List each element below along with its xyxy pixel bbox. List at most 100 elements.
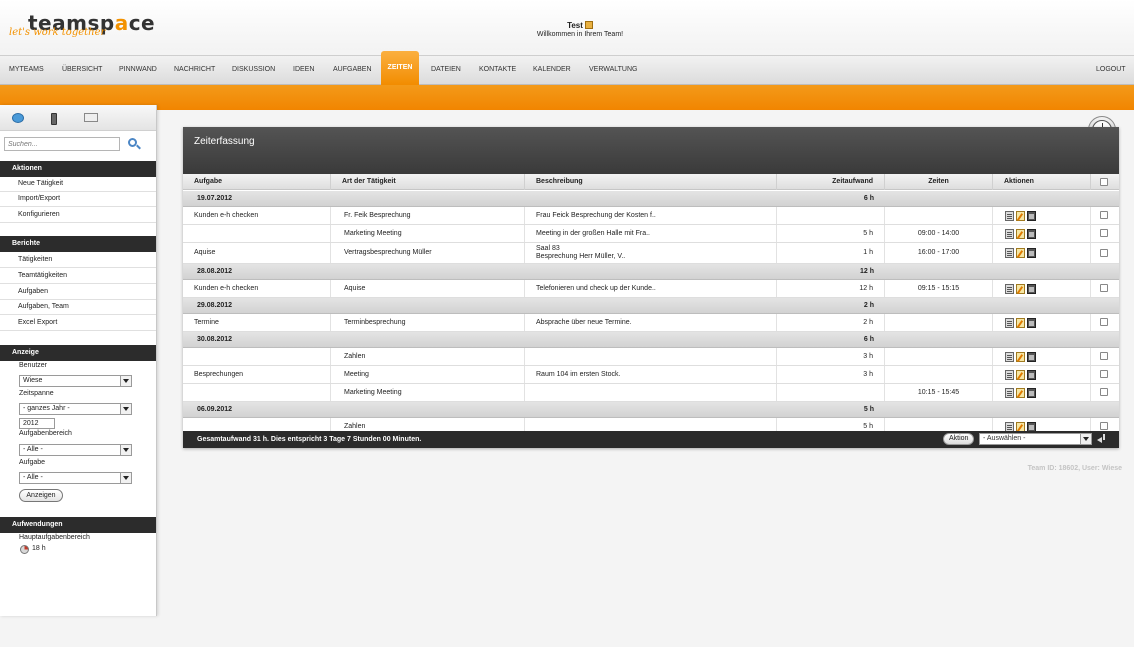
cell-beschreibung: Frau Feick Besprechung der Kosten f.. [525, 207, 777, 224]
chevron-down-icon [120, 445, 131, 455]
row-checkbox[interactable] [1100, 248, 1108, 257]
col-zeitaufwand[interactable]: Zeitaufwand [777, 174, 885, 190]
delete-icon[interactable] [1027, 317, 1036, 328]
link-excel-export[interactable]: Excel Export [0, 315, 156, 331]
mail-icon[interactable] [84, 113, 98, 122]
cell-aufgabe: Kunden e-h checken [183, 207, 331, 224]
cell-beschreibung: Raum 104 im ersten Stock. [525, 366, 777, 383]
search-input[interactable] [4, 137, 120, 151]
edit-icon[interactable] [1016, 248, 1025, 258]
anzeigen-button[interactable]: Anzeigen [19, 489, 63, 502]
enter-icon[interactable] [1096, 434, 1107, 444]
details-icon[interactable] [1005, 283, 1014, 294]
table-row[interactable]: Besprechungen Meeting Raum 104 im ersten S… [183, 366, 1119, 384]
table-row[interactable]: Marketing Meeting Meeting in der großen H… [183, 225, 1119, 243]
aktion-select[interactable]: - Auswählen - [979, 433, 1092, 445]
table-row[interactable]: Kunden e-h checken Aquise Telefonieren und… [183, 280, 1119, 298]
nav-ideen[interactable]: IDEEN [293, 56, 314, 84]
chat-bubble-icon[interactable] [12, 113, 24, 123]
nav-kalender[interactable]: KALENDER [533, 56, 571, 84]
nav-verwaltung[interactable]: VERWALTUNG [589, 56, 638, 84]
nav-myteams[interactable]: MYTEAMS [9, 56, 44, 84]
edit-icon[interactable] [1016, 228, 1025, 239]
link-aufgaben-team[interactable]: Aufgaben, Team [0, 299, 156, 315]
edit-icon[interactable] [1016, 351, 1025, 362]
delete-icon[interactable] [1027, 248, 1036, 258]
link-import-export[interactable]: Import/Export [0, 191, 156, 207]
aktion-button[interactable]: Aktion [943, 433, 975, 445]
edit-icon[interactable] [1016, 210, 1025, 221]
row-checkbox[interactable] [1100, 422, 1108, 430]
nav-uebersicht[interactable]: ÜBERSICHT [62, 56, 102, 84]
table-row[interactable]: Termine Terminbesprechung Absprache über n… [183, 314, 1119, 332]
col-art[interactable]: Art der Tätigkeit [331, 174, 525, 190]
details-icon[interactable] [1005, 317, 1014, 328]
nav-diskussion[interactable]: DISKUSSION [232, 56, 275, 84]
link-taetigkeiten[interactable]: Tätigkeiten [0, 252, 156, 268]
select-all-checkbox[interactable] [1100, 178, 1108, 186]
delete-icon[interactable] [1027, 387, 1036, 398]
table-row[interactable]: Aquise Vertragsbesprechung Müller Saal 83 … [183, 243, 1119, 264]
edit-icon[interactable] [1016, 387, 1025, 398]
table-row[interactable]: Zahlen 3 h [183, 348, 1119, 366]
nav-logout[interactable]: LOGOUT [1096, 56, 1126, 84]
edit-icon[interactable] [1016, 369, 1025, 380]
cell-beschreibung [525, 348, 777, 365]
table-row[interactable]: Kunden e-h checken Fr. Feik Besprechung Fr… [183, 207, 1119, 225]
aufgabe-select[interactable]: - Alle - [19, 472, 132, 484]
group-date: 29.08.2012 [197, 301, 233, 309]
nav-pinnwand[interactable]: PINNWAND [119, 56, 157, 84]
zeitspanne-select[interactable]: - ganzes Jahr - [19, 403, 132, 415]
details-icon[interactable] [1005, 387, 1014, 398]
edit-icon[interactable] [1016, 421, 1025, 432]
delete-icon[interactable] [1027, 369, 1036, 380]
row-checkbox[interactable] [1100, 352, 1108, 360]
nav-zeiten[interactable]: ZEITEN [381, 51, 419, 85]
row-checkbox[interactable] [1100, 370, 1108, 378]
details-icon[interactable] [1005, 228, 1014, 239]
delete-icon[interactable] [1027, 283, 1036, 294]
nav-dateien[interactable]: DATEIEN [431, 56, 461, 84]
search-icon[interactable] [127, 137, 141, 151]
cell-zeitaufwand [777, 207, 885, 224]
nav-kontakte[interactable]: KONTAKTE [479, 56, 516, 84]
col-zeiten[interactable]: Zeiten [885, 174, 993, 190]
col-aufgabe[interactable]: Aufgabe [183, 174, 331, 190]
edit-profile-icon[interactable] [584, 21, 593, 29]
nav-nachricht[interactable]: NACHRICHT [174, 56, 215, 84]
nav-aufgaben[interactable]: AUFGABEN [333, 56, 372, 84]
year-field[interactable]: 2012 [19, 418, 55, 429]
row-checkbox[interactable] [1100, 388, 1108, 396]
table-row[interactable]: Marketing Meeting 10:15 - 15:45 [183, 384, 1119, 402]
cell-zeitaufwand: 1 h [777, 243, 885, 263]
link-aufgaben[interactable]: Aufgaben [0, 284, 156, 300]
link-konfigurieren[interactable]: Konfigurieren [0, 207, 156, 223]
delete-icon[interactable] [1027, 421, 1036, 432]
details-icon[interactable] [1005, 421, 1014, 432]
link-teamtaetigkeiten[interactable]: Teamtätigkeiten [0, 268, 156, 284]
cell-art: Zahlen [331, 348, 525, 365]
row-checkbox[interactable] [1100, 211, 1108, 219]
row-checkbox[interactable] [1100, 229, 1108, 237]
welcome-text: Willkommen in Ihrem Team! [536, 31, 624, 38]
table-footer: Gesamtaufwand 31 h. Dies entspricht 3 Ta… [183, 431, 1119, 448]
aufwendungen-value: 18 h [32, 545, 46, 552]
delete-icon[interactable] [1027, 210, 1036, 221]
row-actions [1005, 228, 1037, 239]
delete-icon[interactable] [1027, 351, 1036, 362]
aufgabenbereich-select[interactable]: - Alle - [19, 444, 132, 456]
edit-icon[interactable] [1016, 283, 1025, 294]
details-icon[interactable] [1005, 248, 1014, 258]
cell-beschreibung: Saal 83 Besprechung Herr Müller, V.. [525, 243, 777, 263]
details-icon[interactable] [1005, 369, 1014, 380]
col-beschreibung[interactable]: Beschreibung [525, 174, 777, 190]
phone-icon[interactable] [51, 113, 57, 125]
link-neue-taetigkeit[interactable]: Neue Tätigkeit [0, 176, 156, 192]
details-icon[interactable] [1005, 351, 1014, 362]
row-checkbox[interactable] [1100, 284, 1108, 292]
delete-icon[interactable] [1027, 228, 1036, 239]
benutzer-select[interactable]: Wiese [19, 375, 132, 387]
details-icon[interactable] [1005, 210, 1014, 221]
row-checkbox[interactable] [1100, 318, 1108, 326]
edit-icon[interactable] [1016, 317, 1025, 328]
